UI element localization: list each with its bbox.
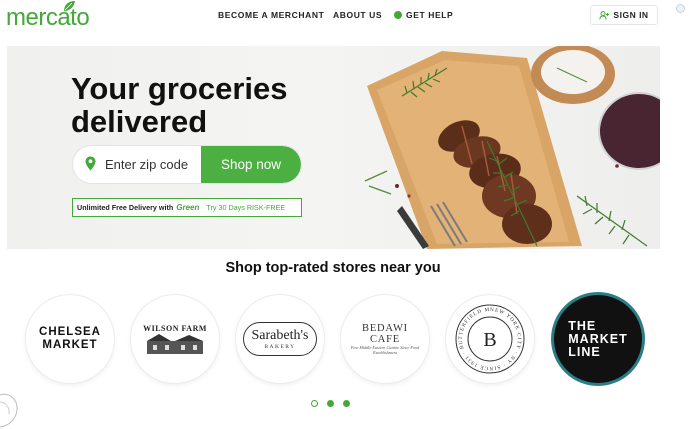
stores-section-title: Shop top-rated stores near you	[225, 260, 441, 276]
decorative-sketch-illustration	[0, 393, 18, 428]
sign-in-button[interactable]: SIGN IN	[590, 5, 658, 25]
store-name-line1: THE	[568, 318, 597, 333]
store-name-line2: MARKET	[42, 339, 98, 351]
hero-title-line2: delivered	[71, 104, 208, 139]
promo-text: Unlimited Free Delivery with	[77, 203, 174, 212]
green-brand-label: Green	[176, 203, 200, 212]
nav-about-us[interactable]: ABOUT US	[333, 10, 382, 20]
shop-now-button[interactable]: Shop now	[201, 146, 301, 183]
store-name-line2: MARKET	[568, 331, 628, 346]
hero-title-line1: Your groceries	[71, 71, 288, 106]
nav-get-help[interactable]: GET HELP	[394, 10, 453, 20]
store-logo-butterfield: NEW YORK CITY · NY · SINCE 1931 · BUTTER…	[450, 299, 525, 374]
carousel-pagination	[311, 400, 350, 407]
store-logo-bedawi: BEDAWI CAFE Fine Middle Eastern Cuisine …	[350, 323, 420, 355]
leaf-icon	[64, 1, 75, 11]
carousel-dot-3[interactable]	[343, 400, 350, 407]
steak-cutting-board-image	[364, 46, 660, 249]
nav-get-help-label: GET HELP	[406, 10, 454, 20]
hero-banner: Your groceries delivered Shop now Unlimi…	[7, 46, 660, 249]
store-carousel: CHELSEA MARKET WILSON FARM Sarabeth's BA…	[24, 295, 644, 385]
logo-wordmark: mercato	[6, 4, 90, 31]
store-subtitle: Fine Middle Eastern Cuisine Since Food E…	[350, 345, 420, 355]
store-logo-wilson: WILSON FARM	[143, 324, 207, 355]
store-name: WILSON FARM	[143, 323, 207, 333]
store-monogram: B	[483, 329, 496, 351]
store-bedawi-cafe[interactable]: BEDAWI CAFE Fine Middle Eastern Cuisine …	[341, 295, 429, 383]
store-the-market-line[interactable]: THE MARKET LINE	[554, 295, 642, 383]
carousel-dot-1[interactable]	[311, 400, 318, 407]
help-icon	[394, 11, 402, 19]
zip-search-form: Shop now	[73, 146, 301, 183]
location-pin-icon	[85, 156, 96, 171]
nav-become-merchant[interactable]: BECOME A MERCHANT	[218, 10, 324, 20]
top-header: mercato BECOME A MERCHANT ABOUT US GET H…	[0, 0, 700, 34]
store-logo-sarabeths: Sarabeth's BAKERY	[242, 322, 318, 356]
farm-building-illustration	[146, 333, 203, 354]
store-name-line1: CHELSEA	[39, 326, 101, 338]
store-chelsea-market[interactable]: CHELSEA MARKET	[26, 295, 114, 383]
green-membership-banner[interactable]: Unlimited Free Delivery with Green Try 3…	[72, 198, 302, 217]
browser-extension-icon	[676, 4, 685, 13]
mercato-logo[interactable]: mercato	[6, 1, 90, 31]
store-name: BEDAWI CAFE	[362, 323, 408, 345]
store-subtitle: BAKERY	[264, 344, 296, 350]
promo-trial-text: Try 30 Days RISK-FREE	[206, 203, 286, 212]
carousel-dot-2[interactable]	[327, 400, 334, 407]
store-name-line3: LINE	[568, 344, 601, 359]
user-plus-icon	[599, 10, 610, 20]
store-wilson-farm[interactable]: WILSON FARM	[131, 295, 219, 383]
store-name: Sarabeth's	[251, 328, 309, 343]
store-sarabeths[interactable]: Sarabeth's BAKERY	[236, 295, 324, 383]
zip-code-input[interactable]	[105, 146, 205, 183]
store-logo-market-line: THE MARKET LINE	[568, 318, 628, 359]
store-logo-chelsea: CHELSEA MARKET	[39, 326, 101, 352]
store-butterfield-market[interactable]: NEW YORK CITY · NY · SINCE 1931 · BUTTER…	[446, 295, 534, 383]
hero-title: Your groceries delivered	[71, 72, 341, 138]
sign-in-label: SIGN IN	[613, 10, 649, 20]
